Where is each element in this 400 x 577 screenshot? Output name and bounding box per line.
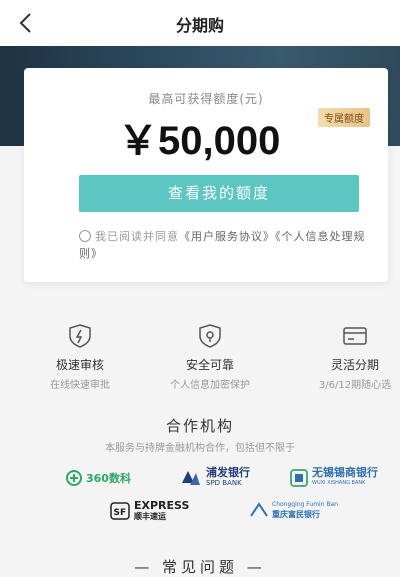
feature-title: 灵活分期 <box>330 358 379 372</box>
partner-name: Chongqing Fumin Ban <box>272 501 339 508</box>
partner-logo-sf: SF EXPRESS 顺丰速运 <box>110 500 189 522</box>
partner-sub: 重庆富民银行 <box>272 510 320 519</box>
spdb-logo-icon <box>182 471 200 485</box>
limit-amount: ￥50,000 <box>118 119 281 163</box>
xishang-logo-icon <box>290 469 308 487</box>
partner-logo-fumin: Chongqing Fumin Ban 重庆富民银行 <box>250 500 338 520</box>
partner-sub: WUXI XISHANG BANK <box>312 480 366 486</box>
partner-text: Chongqing Fumin Ban 重庆富民银行 <box>272 500 338 520</box>
svg-text:SF: SF <box>114 508 127 518</box>
credit-limit-card: 最高可获得额度(元) ￥50,000 专属额度 查看我的额度 我已阅读并同意《用… <box>24 68 388 282</box>
feature-fast-review: 极速审核 在线快速审批 <box>10 324 150 391</box>
partner-sub: 顺丰速运 <box>134 512 166 521</box>
card-icon <box>343 327 367 345</box>
partner-logo-xishang: 无锡锡商银行 WUXI XISHANG BANK <box>290 467 378 489</box>
partner-sub: SPD BANK <box>206 479 242 487</box>
bolt-shield-icon <box>69 324 91 348</box>
feature-subtitle: 个人信息加密保护 <box>170 380 250 391</box>
navbar: 分期购 <box>0 0 400 46</box>
partner-name: 360数科 <box>86 472 131 485</box>
feature-flexible: 灵活分期 3/6/12期随心选 <box>285 324 400 391</box>
faq-title: — 常见问题 — <box>134 558 266 576</box>
feature-row: 极速审核 在线快速审批 安全可靠 个人信息加密保护 灵活分期 3/6/12期随心… <box>0 324 400 394</box>
feature-title: 安全可靠 <box>185 358 234 372</box>
partner-logo-360: 360数科 <box>66 470 131 486</box>
agreement-row: 我已阅读并同意《用户服务协议》《个人信息处理规则》 <box>79 228 369 262</box>
agree-text: 我已阅读并同意 <box>95 230 179 243</box>
partner-logo-spdb: 浦发银行 SPD BANK <box>180 467 250 489</box>
partners-title: 合作机构 <box>165 417 234 435</box>
360-logo-icon <box>66 470 82 486</box>
partner-name: EXPRESS <box>134 499 190 512</box>
page-title: 分期购 <box>175 16 224 35</box>
partner-text: 无锡锡商银行 WUXI XISHANG BANK <box>312 467 378 489</box>
shield-check-icon <box>199 324 221 348</box>
faq-title-text: 常见问题 <box>161 558 238 576</box>
limit-label: 最高可获得额度(元) <box>148 92 264 106</box>
feature-title: 极速审核 <box>55 358 104 372</box>
agree-radio[interactable] <box>79 230 91 242</box>
feature-secure: 安全可靠 个人信息加密保护 <box>140 324 280 391</box>
feature-subtitle: 在线快速审批 <box>50 380 110 391</box>
check-limit-button[interactable]: 查看我的额度 <box>79 175 359 212</box>
partners-subtitle: 本服务与持牌金融机构合作，包括但不限于 <box>105 443 295 454</box>
feature-subtitle: 3/6/12期随心选 <box>318 380 392 391</box>
partner-name: 无锡锡商银行 <box>312 466 378 479</box>
fumin-logo-icon <box>250 502 268 517</box>
partner-text: EXPRESS 顺丰速运 <box>134 500 189 522</box>
partner-name: 浦发银行 <box>206 466 250 479</box>
exclusive-limit-badge: 专属额度 <box>318 108 370 127</box>
sf-logo-icon: SF <box>110 502 130 520</box>
partner-text: 浦发银行 SPD BANK <box>206 467 250 489</box>
